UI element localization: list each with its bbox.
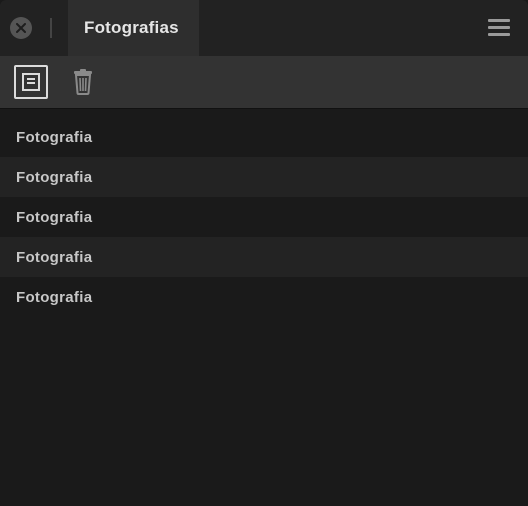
list-item[interactable]: Fotografia [0,157,528,197]
list-item[interactable]: Fotografia [0,197,528,237]
close-icon [16,23,26,33]
panel-menu-button[interactable] [486,15,512,41]
tab-label: Fotografias [84,18,179,38]
trash-icon [72,69,94,95]
tab-fotografias[interactable]: Fotografias [68,0,199,56]
properties-button[interactable] [14,65,48,99]
list-item-label: Fotografia [16,209,92,226]
toolbar [0,56,528,109]
delete-button[interactable] [66,65,100,99]
properties-icon [22,73,40,91]
panel-window: Fotografias [0,0,528,506]
list-item[interactable]: Fotografia [0,277,528,317]
tab-group-divider [50,18,52,38]
close-button[interactable] [10,17,32,39]
titlebar: Fotografias [0,0,528,56]
hamburger-icon [488,19,510,37]
list-item-label: Fotografia [16,129,92,146]
list-item-label: Fotografia [16,249,92,266]
list-item-label: Fotografia [16,289,92,306]
list-item[interactable]: Fotografia [0,117,528,157]
list-item[interactable]: Fotografia [0,237,528,277]
item-list[interactable]: Fotografia Fotografia Fotografia Fotogra… [0,109,528,506]
list-item-label: Fotografia [16,169,92,186]
